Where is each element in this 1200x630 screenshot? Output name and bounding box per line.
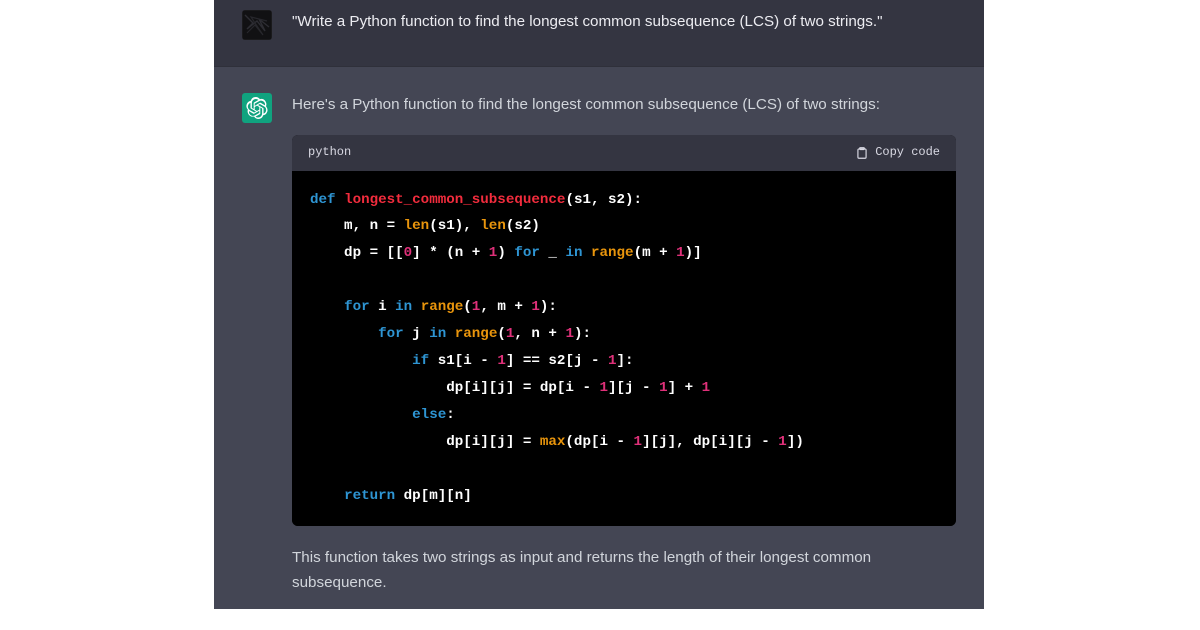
chat-container: "Write a Python function to find the lon… [214,0,984,609]
code-header: python Copy code [292,135,956,170]
code-body[interactable]: def longest_common_subsequence(s1, s2): … [292,171,956,527]
assistant-message-row: Here's a Python function to find the lon… [214,67,984,609]
assistant-avatar [242,93,272,123]
user-message-content: "Write a Python function to find the lon… [292,10,956,40]
user-text: "Write a Python function to find the lon… [292,13,882,30]
copy-code-label: Copy code [875,143,940,162]
copy-code-button[interactable]: Copy code [855,143,940,162]
code-block: python Copy code def longest_common_subs… [292,135,956,526]
assistant-outro-text: This function takes two strings as input… [292,546,956,595]
assistant-message-content: Here's a Python function to find the lon… [292,93,956,595]
clipboard-icon [855,146,869,160]
code-language-label: python [308,143,351,162]
user-message-row: "Write a Python function to find the lon… [214,0,984,67]
user-avatar [242,10,272,40]
assistant-intro-text: Here's a Python function to find the lon… [292,93,956,117]
user-avatar-icon [243,11,271,39]
openai-logo-icon [246,97,268,119]
